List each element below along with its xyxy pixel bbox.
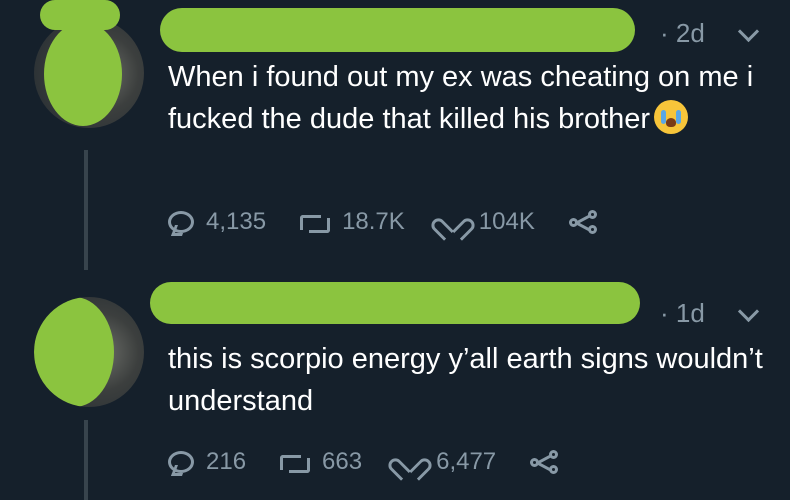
tweet-body: this is scorpio energy y’all earth signs…	[168, 338, 768, 422]
tweet-timestamp[interactable]: · 1d	[660, 298, 705, 329]
reply-count: 4,135	[206, 208, 267, 235]
like-icon	[439, 209, 467, 235]
reply-button[interactable]: 4,135	[168, 208, 266, 236]
like-count: 6,477	[436, 448, 497, 475]
reply-count: 216	[206, 448, 247, 475]
tweet-actions: 216 663 6,477	[168, 442, 592, 482]
share-button[interactable]	[568, 210, 597, 234]
chevron-down-icon[interactable]	[737, 300, 760, 323]
chevron-down-icon[interactable]	[737, 20, 760, 43]
reply-icon	[168, 451, 194, 473]
tweet-actions: 4,135 18.7K 104K	[168, 202, 631, 242]
share-button[interactable]	[530, 450, 559, 474]
redaction-mark	[160, 8, 635, 52]
redaction-mark	[44, 22, 122, 126]
like-icon	[396, 449, 424, 475]
crying-face-icon	[654, 100, 689, 134]
retweet-count: 663	[322, 448, 363, 475]
retweet-count: 18.7K	[342, 208, 405, 235]
reply-icon	[168, 211, 194, 233]
redaction-mark	[40, 0, 120, 30]
redaction-mark	[150, 282, 640, 324]
share-icon	[530, 450, 559, 474]
avatar[interactable]	[34, 297, 144, 407]
share-icon	[568, 210, 597, 234]
retweet-button[interactable]: 663	[280, 448, 362, 476]
retweet-icon	[300, 211, 331, 233]
redaction-mark	[34, 297, 114, 407]
like-count: 104K	[478, 208, 535, 235]
tweet-text: this is scorpio energy y’all earth signs…	[168, 343, 763, 417]
retweet-button[interactable]: 18.7K	[300, 208, 405, 236]
retweet-icon	[280, 451, 311, 473]
tweet-timestamp[interactable]: · 2d	[660, 18, 705, 49]
tweet-1[interactable]: · 2d When i found out my ex was cheating…	[0, 0, 790, 260]
avatar[interactable]	[34, 18, 144, 128]
tweet-body: When i found out my ex was cheating on m…	[168, 56, 768, 140]
reply-button[interactable]: 216	[168, 448, 246, 476]
like-button[interactable]: 6,477	[396, 448, 496, 476]
like-button[interactable]: 104K	[439, 208, 535, 236]
